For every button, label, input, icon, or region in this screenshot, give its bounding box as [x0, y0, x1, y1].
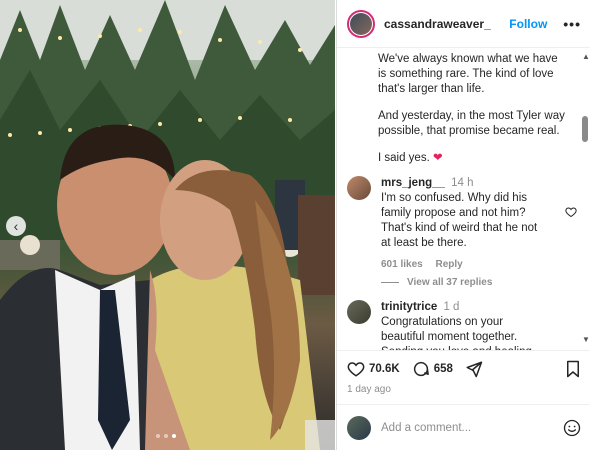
heart-icon [347, 361, 365, 377]
post-caption: We've always known what we have is somet… [378, 52, 568, 178]
post-photo[interactable]: ‹ [0, 0, 335, 450]
comment-item: trinitytrice 1 d Congratulations on your… [347, 300, 577, 350]
comment-body: mrs_jeng__ 14 h I'm so confused. Why did… [381, 176, 549, 272]
add-comment-input[interactable] [381, 421, 563, 434]
carousel-dots [156, 434, 176, 438]
view-replies-label: View all 37 replies [407, 277, 493, 288]
comment-time: 14 h [451, 177, 474, 189]
author-username[interactable]: cassandraweaver_ [384, 17, 509, 31]
comments-scroll-area[interactable]: We've always known what we have is somet… [337, 48, 590, 350]
reply-button[interactable]: Reply [436, 259, 463, 270]
caption-paragraph: And yesterday, in the most Tyler way pos… [378, 110, 565, 137]
comment-username[interactable]: mrs_jeng__ [381, 177, 445, 189]
commenter-avatar[interactable] [347, 300, 371, 324]
comment-text: I'm so confused. Why did his family prop… [381, 192, 538, 249]
paper-plane-icon [466, 361, 483, 377]
post-actions-bar: 70.6K 658 [337, 350, 590, 386]
post-header: cassandraweaver_ Follow ••• [337, 0, 590, 48]
view-replies-button[interactable]: View all 37 replies [381, 277, 492, 288]
comment-username[interactable]: trinitytrice [381, 301, 437, 313]
post-side-panel: cassandraweaver_ Follow ••• We've always… [336, 0, 590, 450]
scroll-up-arrow-icon[interactable]: ▲ [582, 52, 590, 61]
scroll-down-arrow-icon[interactable]: ▼ [582, 335, 590, 344]
current-user-avatar [347, 415, 371, 440]
comment-time: 1 d [443, 301, 460, 313]
post-time-ago: 1 day ago [347, 384, 391, 395]
carousel-dot [156, 434, 160, 438]
comments-count: 658 [433, 362, 453, 375]
divider-line [381, 282, 399, 283]
comment-item: mrs_jeng__ 14 h I'm so confused. Why did… [347, 176, 577, 272]
follow-button[interactable]: Follow [509, 17, 547, 31]
comment-button[interactable]: 658 [412, 360, 453, 378]
comment-likes-count[interactable]: 601 likes [381, 259, 423, 270]
red-heart-emoji: ❤ [432, 152, 443, 164]
comment-bubble-icon [413, 361, 429, 376]
commenter-avatar[interactable] [347, 176, 371, 200]
author-avatar[interactable] [347, 9, 375, 38]
caption-paragraph: We've always known what we have is somet… [378, 53, 558, 95]
caption-text: I said yes. [378, 152, 430, 164]
comment-body: trinitytrice 1 d Congratulations on your… [381, 300, 549, 350]
chevron-left-icon: ‹ [13, 218, 19, 234]
caption-paragraph: I said yes. ❤ [378, 151, 568, 166]
heart-outline-icon[interactable] [565, 206, 577, 218]
comment-meta: 601 likes Reply [381, 257, 549, 272]
previous-slide-button[interactable]: ‹ [6, 216, 26, 236]
couple-kissing [0, 124, 335, 450]
more-options-icon[interactable]: ••• [563, 16, 581, 32]
share-button[interactable] [465, 360, 487, 378]
emoji-picker-icon[interactable] [563, 419, 581, 437]
scrollbar-thumb[interactable] [582, 116, 588, 142]
add-comment-bar [337, 404, 590, 450]
carousel-dot [164, 434, 168, 438]
comments-scrollbar[interactable]: ▲ ▼ [582, 52, 590, 344]
like-button[interactable]: 70.6K [347, 360, 400, 378]
bookmark-icon[interactable] [565, 360, 581, 378]
comment-text: Congratulations on your beautiful moment… [381, 316, 532, 350]
carousel-dot-active [172, 434, 176, 438]
likes-count: 70.6K [369, 362, 400, 375]
